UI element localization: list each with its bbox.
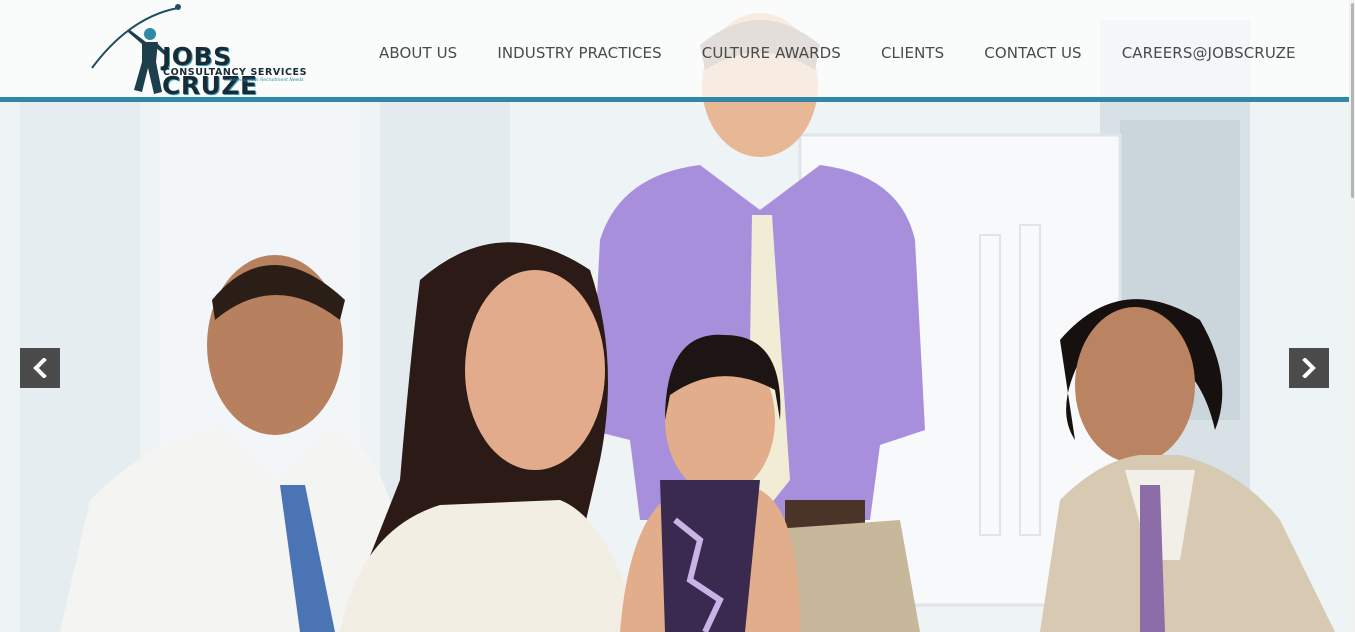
brand-logo[interactable]: JOBS CRUZE CONSULTANCY SERVICES Serving … [90,2,310,100]
main-nav: ABOUT US INDUSTRY PRACTICES CULTURE AWAR… [379,44,1296,62]
nav-item-clients[interactable]: CLIENTS [881,44,944,62]
logo-subtitle: CONSULTANCY SERVICES [163,67,308,78]
carousel-prev-button[interactable] [20,348,60,388]
header-divider [0,97,1349,102]
page: JOBS CRUZE CONSULTANCY SERVICES Serving … [0,0,1355,632]
nav-item-careers-email[interactable]: CAREERS@JOBSCRUZE [1122,44,1296,62]
chevron-left-icon [33,358,47,378]
logo-tagline: Serving your Recruitment Needs [230,78,304,83]
scrollbar-thumb[interactable] [1351,3,1354,198]
nav-item-culture-awards[interactable]: CULTURE AWARDS [702,44,841,62]
chevron-right-icon [1302,358,1316,378]
carousel-next-button[interactable] [1289,348,1329,388]
nav-item-contact-us[interactable]: CONTACT US [984,44,1081,62]
nav-item-about-us[interactable]: ABOUT US [379,44,457,62]
nav-item-industry-practices[interactable]: INDUSTRY PRACTICES [497,44,661,62]
site-header: JOBS CRUZE CONSULTANCY SERVICES Serving … [0,0,1349,100]
